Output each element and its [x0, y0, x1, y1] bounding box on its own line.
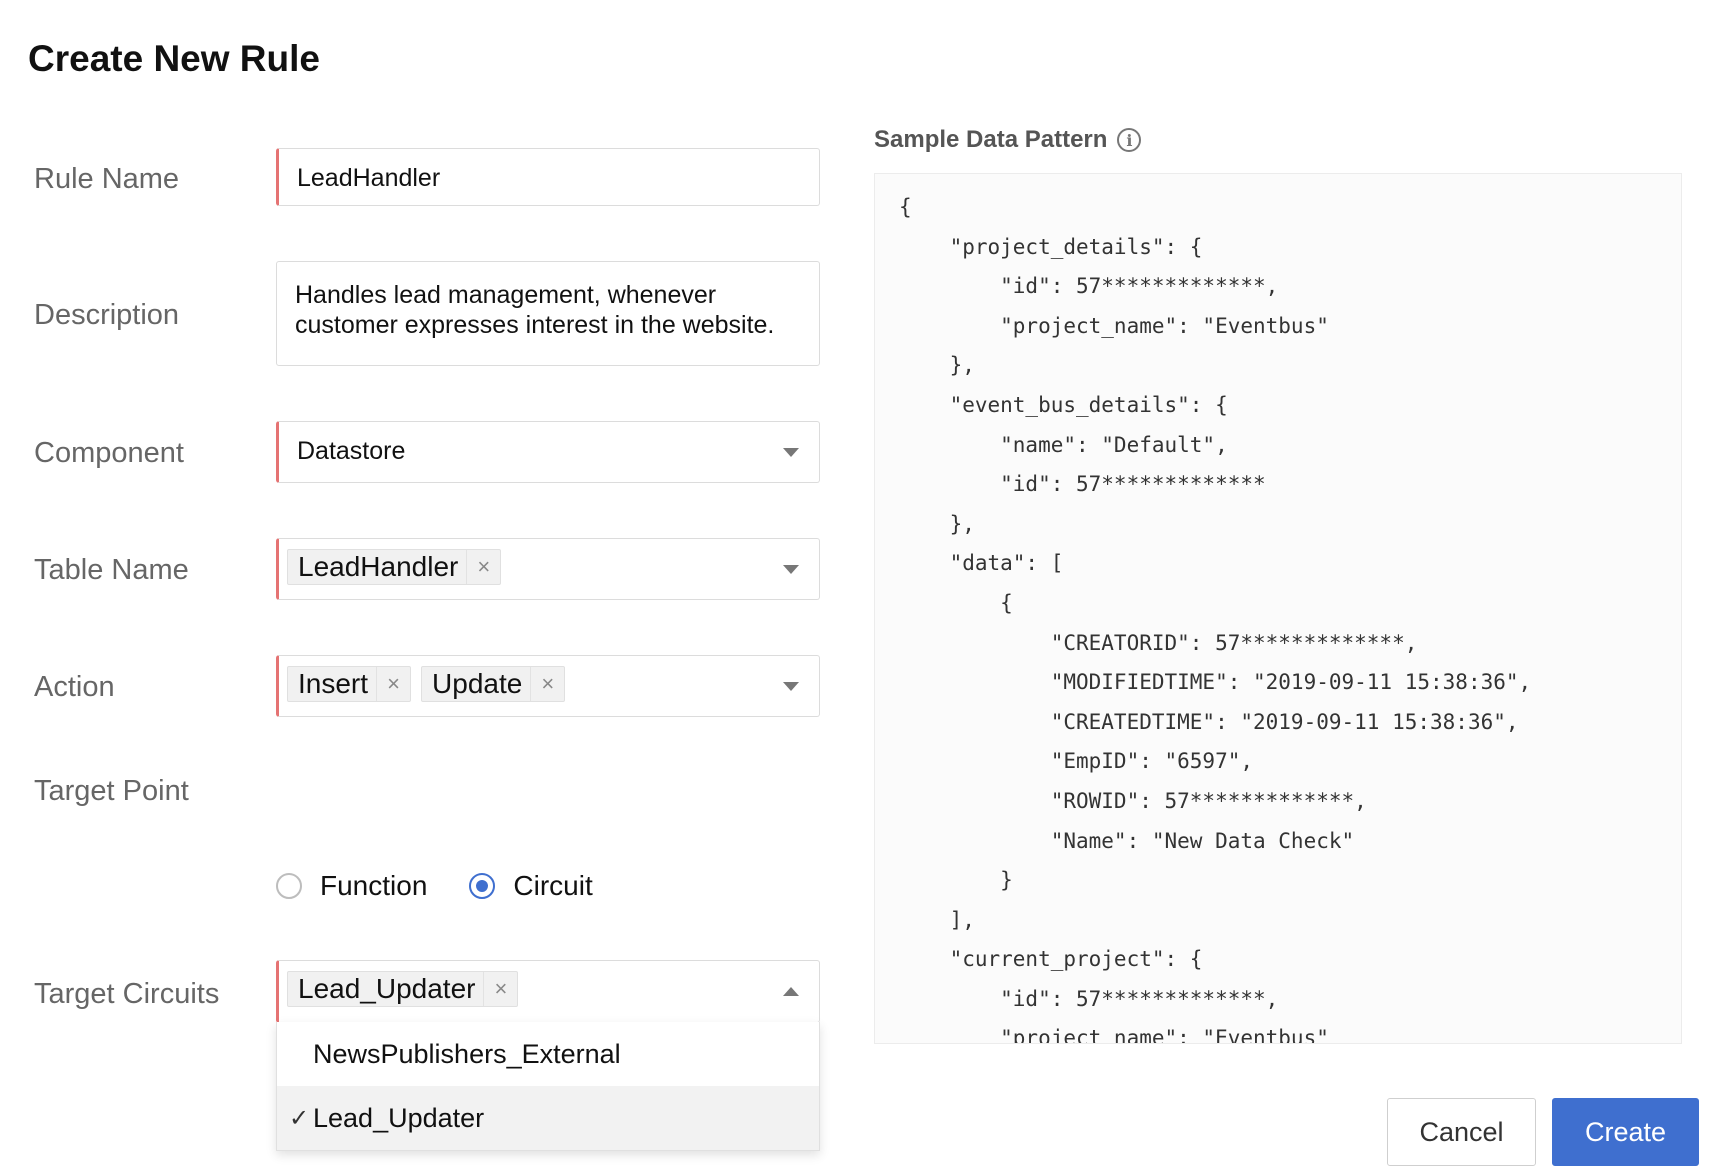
cancel-button[interactable]: Cancel	[1387, 1098, 1536, 1166]
remove-chip-icon[interactable]: ×	[466, 550, 500, 584]
radio-function-label[interactable]: Function	[320, 870, 427, 902]
description-textarea[interactable]: Handles lead management, whenever custom…	[276, 261, 820, 366]
remove-chip-icon[interactable]: ×	[530, 667, 564, 701]
option-label: Lead_Updater	[313, 1102, 485, 1133]
remove-chip-icon[interactable]: ×	[483, 972, 517, 1006]
chevron-down-icon[interactable]	[783, 565, 799, 574]
rule-name-input[interactable]: LeadHandler	[276, 148, 820, 206]
chevron-up-icon[interactable]	[783, 987, 799, 996]
description-value: Handles lead management, whenever custom…	[295, 281, 775, 339]
sample-data-code: { "project_details": { "id": 57*********…	[899, 195, 1532, 1044]
target-point-label: Target Point	[34, 775, 189, 807]
target-circuits-chips: Lead_Updater ×	[287, 971, 519, 1007]
dropdown-option-lead-updater[interactable]: ✓ Lead_Updater	[277, 1086, 819, 1150]
page-title: Create New Rule	[28, 38, 320, 79]
dropdown-option-newspublishers-external[interactable]: NewsPublishers_External	[277, 1022, 819, 1086]
chip-label: Lead_Updater	[298, 973, 476, 1004]
table-name-select[interactable]: LeadHandler ×	[276, 538, 820, 600]
table-name-label: Table Name	[34, 554, 189, 586]
check-icon: ✓	[289, 1104, 310, 1132]
chip-table-leadhandler: LeadHandler ×	[287, 549, 502, 585]
chip-label: Update	[432, 668, 523, 699]
table-name-chips: LeadHandler ×	[287, 549, 502, 585]
component-value: Datastore	[297, 437, 406, 465]
remove-chip-icon[interactable]: ×	[376, 667, 410, 701]
info-icon[interactable]: i	[1117, 128, 1142, 152]
sample-data-pattern-heading: Sample Data Pattern i	[874, 126, 1142, 154]
radio-circuit[interactable]	[469, 873, 496, 899]
radio-function[interactable]	[276, 873, 302, 899]
action-select[interactable]: Insert × Update ×	[276, 655, 820, 717]
chip-circuit-lead-updater: Lead_Updater ×	[287, 971, 519, 1007]
target-point-radio-group: Function Circuit	[276, 870, 593, 902]
component-label: Component	[34, 437, 184, 469]
description-label: Description	[34, 299, 180, 331]
action-label: Action	[34, 671, 115, 703]
component-select[interactable]: Datastore	[276, 421, 820, 483]
chip-label: LeadHandler	[298, 551, 459, 582]
chip-action-insert: Insert ×	[287, 666, 412, 702]
chip-label: Insert	[298, 668, 369, 699]
chevron-down-icon[interactable]	[783, 682, 799, 691]
target-circuits-dropdown: NewsPublishers_External ✓ Lead_Updater	[276, 1022, 820, 1151]
target-circuits-select[interactable]: Lead_Updater ×	[276, 960, 820, 1023]
create-button[interactable]: Create	[1552, 1098, 1699, 1166]
rule-name-label: Rule Name	[34, 163, 180, 195]
radio-circuit-label[interactable]: Circuit	[513, 870, 592, 902]
chip-action-update: Update ×	[421, 666, 566, 702]
action-chips: Insert × Update ×	[287, 666, 566, 702]
chevron-down-icon[interactable]	[783, 448, 799, 457]
rule-name-value: LeadHandler	[297, 164, 441, 192]
target-circuits-label: Target Circuits	[34, 978, 220, 1010]
option-label: NewsPublishers_External	[313, 1038, 621, 1069]
sample-data-code-panel[interactable]: { "project_details": { "id": 57*********…	[874, 173, 1682, 1044]
sample-data-pattern-title: Sample Data Pattern	[874, 126, 1108, 153]
